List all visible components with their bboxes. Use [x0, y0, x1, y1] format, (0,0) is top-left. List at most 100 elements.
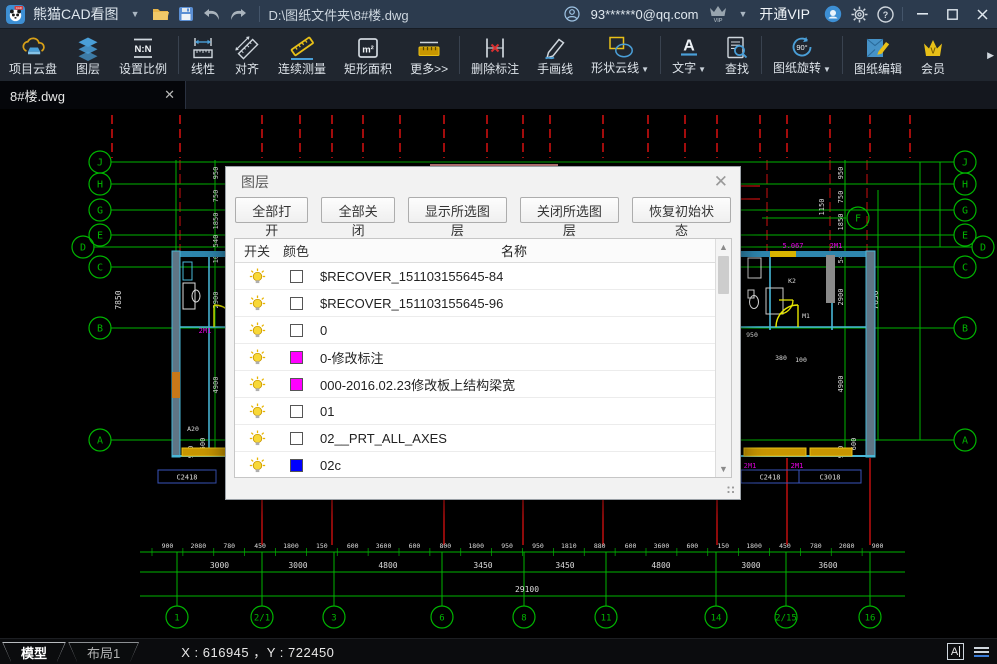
customer-service-icon[interactable] — [820, 0, 846, 28]
svg-text:4800: 4800 — [378, 561, 397, 570]
layer-color-cell[interactable] — [279, 405, 313, 418]
toolbar-separator — [660, 36, 661, 74]
layer-visibility-bulb-icon[interactable] — [235, 295, 279, 312]
toolbar-button-find[interactable]: 查找 — [715, 29, 759, 81]
toolbar-button-rect-area[interactable]: m²矩形面积 — [335, 29, 401, 81]
toolbar-button-drawing-edit[interactable]: 图纸编辑 — [845, 29, 911, 81]
layer-color-cell[interactable] — [279, 378, 313, 391]
layer-dialog-button-4[interactable]: 恢复初始状态 — [632, 197, 731, 223]
svg-text:C2418: C2418 — [176, 474, 197, 482]
layer-row[interactable]: 02c — [235, 452, 715, 477]
scroll-down-icon[interactable]: ▼ — [716, 462, 731, 476]
vip-crown-icon[interactable]: VIP — [705, 0, 731, 28]
layer-dialog-button-1[interactable]: 全部关闭 — [321, 197, 394, 223]
layer-color-swatch[interactable] — [290, 459, 303, 472]
layer-color-swatch[interactable] — [290, 297, 303, 310]
layer-visibility-bulb-icon[interactable] — [235, 349, 279, 366]
toolbar-button-linear-dim[interactable]: 线性 — [181, 29, 225, 81]
scroll-thumb[interactable] — [718, 256, 729, 294]
file-path: D:\图纸文件夹\8#楼.dwg — [268, 5, 408, 24]
svg-text:1800: 1800 — [468, 542, 484, 550]
text-cursor-indicator-icon[interactable]: A — [947, 643, 964, 660]
toolbar-button-cloud-drive[interactable]: 项目云盘 — [0, 29, 66, 81]
layer-visibility-bulb-icon[interactable] — [235, 403, 279, 420]
layer-visibility-bulb-icon[interactable] — [235, 457, 279, 474]
layer-row[interactable]: 02__PRT_ALL_AXES — [235, 425, 715, 452]
maximize-button[interactable] — [937, 0, 967, 28]
toolbar-button-shape-cloud[interactable]: 形状云线▼ — [582, 29, 658, 81]
layer-row[interactable]: 000-2016.02.23修改板上结构梁宽 — [235, 371, 715, 398]
toolbar-button-text[interactable]: A文字▼ — [663, 29, 715, 81]
layer-color-cell[interactable] — [279, 297, 313, 310]
layer-color-swatch[interactable] — [290, 351, 303, 364]
svg-text:1850: 1850 — [837, 214, 845, 231]
layer-visibility-bulb-icon[interactable] — [235, 322, 279, 339]
layer-dialog-button-3[interactable]: 关闭所选图层 — [520, 197, 619, 223]
toolbar-button-member[interactable]: V会员 — [911, 29, 955, 81]
scroll-up-icon[interactable]: ▲ — [716, 240, 731, 254]
app-menu-chevron-icon[interactable]: ▼ — [131, 9, 140, 19]
redo-icon[interactable] — [225, 0, 251, 28]
toolbar-button-continuous-measure[interactable]: 连续测量 — [269, 29, 335, 81]
vip-chevron-icon[interactable]: ▼ — [739, 9, 748, 19]
layer-dialog-button-2[interactable]: 显示所选图层 — [408, 197, 507, 223]
layer-row[interactable]: 01 — [235, 398, 715, 425]
svg-text:CAD: CAD — [16, 5, 22, 9]
open-folder-icon[interactable] — [147, 0, 173, 28]
svg-text:C: C — [97, 263, 103, 274]
account-email[interactable]: 93******0@qq.com — [591, 7, 699, 22]
close-button[interactable] — [967, 0, 997, 28]
layer-color-swatch[interactable] — [290, 378, 303, 391]
svg-text:2080: 2080 — [190, 542, 206, 550]
tab-drawing[interactable]: 8#楼.dwg ✕ — [0, 81, 186, 109]
layer-visibility-bulb-icon[interactable] — [235, 376, 279, 393]
status-menu-icon[interactable] — [974, 647, 989, 657]
column-header-name: 名称 — [313, 241, 715, 260]
open-vip-link[interactable]: 开通VIP — [759, 4, 810, 24]
dialog-resize-grip[interactable] — [727, 486, 736, 495]
help-icon[interactable]: ? — [872, 0, 898, 28]
svg-text:950: 950 — [532, 542, 544, 550]
toolbar-button-scale-ratio[interactable]: N:N设置比例 — [110, 29, 176, 81]
dropdown-chevron-icon: ▼ — [823, 65, 831, 74]
layer-color-swatch[interactable] — [290, 324, 303, 337]
minimize-button[interactable] — [907, 0, 937, 28]
tab-layout1[interactable]: 布局1 — [68, 642, 139, 662]
toolbar-button-freehand[interactable]: 手画线 — [528, 29, 582, 81]
layer-scrollbar[interactable]: ▲ ▼ — [715, 239, 731, 477]
panda-cad-logo[interactable]: CAD — [6, 5, 25, 24]
layer-row[interactable]: $RECOVER_151103155645-96 — [235, 290, 715, 317]
layer-color-cell[interactable] — [279, 432, 313, 445]
svg-text:780: 780 — [810, 542, 822, 550]
save-icon[interactable] — [173, 0, 199, 28]
toolbar-overflow-arrow-icon[interactable]: ▶ — [987, 50, 997, 61]
toolbar-button-rotate[interactable]: 90°图纸旋转▼ — [764, 29, 840, 81]
toolbar-button-label: 图层 — [76, 63, 100, 76]
layer-visibility-bulb-icon[interactable] — [235, 430, 279, 447]
svg-text:B: B — [962, 324, 968, 335]
layer-color-cell[interactable] — [279, 270, 313, 283]
layer-row[interactable]: 0 — [235, 317, 715, 344]
layer-dialog-button-0[interactable]: 全部打开 — [235, 197, 308, 223]
layer-row[interactable]: $RECOVER_151103155645-84 — [235, 263, 715, 290]
toolbar-button-layers[interactable]: 图层 — [66, 29, 110, 81]
toolbar-button-delete-annotation[interactable]: 删除标注 — [462, 29, 528, 81]
layer-color-swatch[interactable] — [290, 432, 303, 445]
undo-icon[interactable] — [199, 0, 225, 28]
layer-color-swatch[interactable] — [290, 270, 303, 283]
layer-row[interactable]: 0-修改标注 — [235, 344, 715, 371]
tab-model[interactable]: 模型 — [2, 642, 66, 662]
layer-color-cell[interactable] — [279, 324, 313, 337]
dialog-close-icon[interactable]: ✕ — [714, 172, 728, 192]
svg-text:C: C — [962, 263, 968, 274]
layer-visibility-bulb-icon[interactable] — [235, 268, 279, 285]
layer-color-cell[interactable] — [279, 459, 313, 472]
settings-gear-icon[interactable] — [846, 0, 872, 28]
account-icon[interactable] — [559, 0, 585, 28]
toolbar-button-more-measure[interactable]: 更多>> — [401, 29, 457, 81]
toolbar-button-aligned-dim[interactable]: 对齐 — [225, 29, 269, 81]
toolbar-button-label: 线性 — [191, 63, 215, 76]
tab-close-icon[interactable]: ✕ — [164, 87, 175, 103]
layer-color-swatch[interactable] — [290, 405, 303, 418]
layer-color-cell[interactable] — [279, 351, 313, 364]
